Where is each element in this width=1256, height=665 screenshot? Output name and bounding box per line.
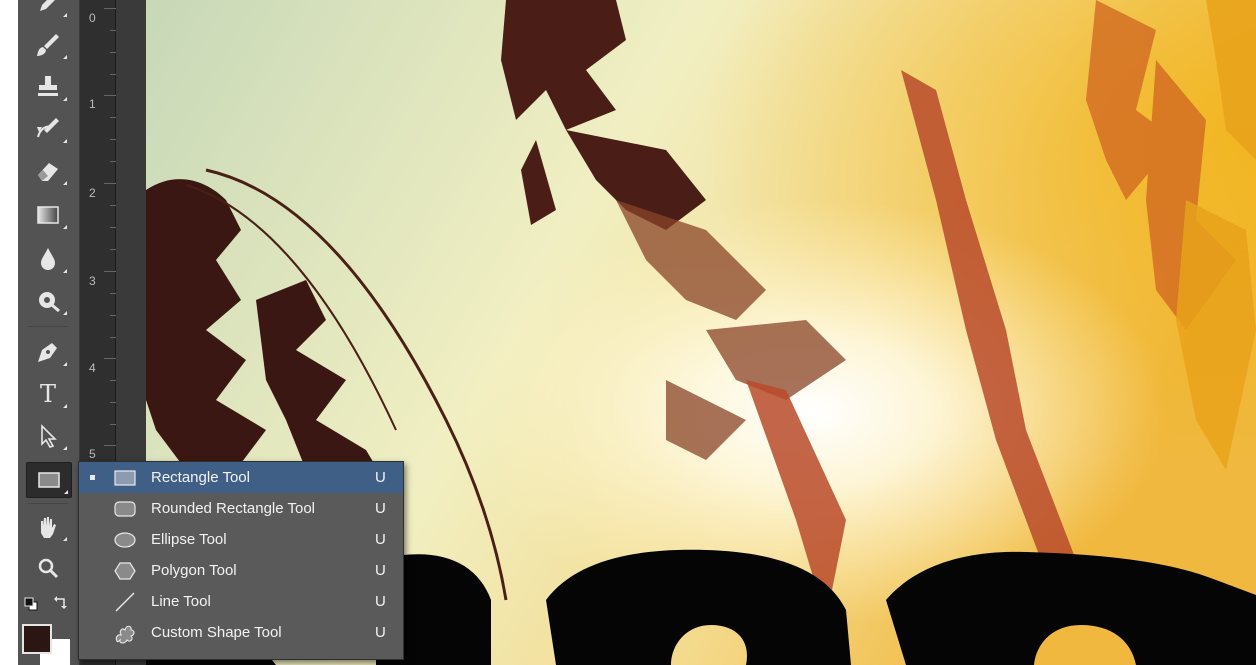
swap-colors-icon[interactable] [52, 595, 68, 611]
brush-icon [37, 34, 59, 56]
eraser-tool[interactable] [26, 154, 70, 188]
pen-tool[interactable] [26, 335, 70, 369]
ruler-label-1: 1 [89, 97, 96, 111]
pencil-icon [40, 0, 55, 11]
ellipse-icon [114, 532, 136, 548]
zoom-icon [38, 558, 59, 579]
flyout-item-label: Custom Shape Tool [151, 624, 282, 641]
flyout-item-shortcut: U [375, 500, 386, 517]
ruler-label-0: 0 [89, 11, 96, 25]
ruler-label-2: 2 [89, 186, 96, 200]
flyout-item-shortcut: U [375, 469, 386, 486]
dodge-tool[interactable] [26, 284, 70, 318]
flyout-item-shortcut: U [375, 562, 386, 579]
type-icon: T [39, 380, 56, 408]
flyout-item-rounded-rectangle-tool[interactable]: Rounded Rectangle Tool U [79, 493, 403, 524]
foreground-color-swatch[interactable] [22, 624, 52, 654]
hand-tool[interactable] [26, 510, 70, 544]
flyout-item-shortcut: U [375, 624, 386, 641]
clone-stamp-tool[interactable] [26, 70, 70, 104]
gradient-icon [37, 206, 59, 224]
gradient-tool[interactable] [26, 198, 70, 232]
path-selection-tool[interactable] [26, 419, 70, 453]
eraser-icon [38, 163, 58, 181]
flyout-item-shortcut: U [375, 531, 386, 548]
flyout-item-polygon-tool[interactable]: Polygon Tool U [79, 555, 403, 586]
flyout-item-label: Ellipse Tool [151, 531, 227, 548]
zoom-tool[interactable] [26, 552, 70, 586]
blur-drop-icon [41, 248, 55, 270]
flyout-item-ellipse-tool[interactable]: Ellipse Tool U [79, 524, 403, 555]
ruler-label-4: 4 [89, 361, 96, 375]
pencil-tool[interactable] [26, 0, 70, 20]
rounded-rectangle-icon [114, 501, 136, 517]
type-tool[interactable]: T [26, 377, 70, 411]
flyout-item-label: Line Tool [151, 593, 211, 610]
flyout-item-custom-shape-tool[interactable]: Custom Shape Tool U [79, 617, 403, 648]
hand-icon [41, 517, 56, 538]
path-selection-icon [41, 424, 57, 448]
flyout-item-line-tool[interactable]: Line Tool U [79, 586, 403, 617]
pen-icon [38, 343, 57, 362]
history-brush-tool[interactable] [26, 112, 70, 146]
dodge-icon [39, 292, 60, 313]
history-brush-icon [37, 118, 59, 138]
flyout-item-rectangle-tool[interactable]: Rectangle Tool U [79, 462, 403, 493]
brush-tool[interactable] [26, 28, 70, 62]
flyout-item-shortcut: U [375, 593, 386, 610]
polygon-icon [114, 562, 136, 580]
blur-tool[interactable] [26, 242, 70, 276]
ruler-label-5: 5 [89, 447, 96, 461]
clone-stamp-icon [38, 76, 58, 96]
shape-tool-flyout: Rectangle Tool U Rounded Rectangle Tool … [78, 461, 404, 660]
line-icon [115, 592, 135, 612]
flyout-item-label: Rounded Rectangle Tool [151, 500, 316, 517]
flyout-item-label: Rectangle Tool [151, 469, 250, 486]
default-colors-icon[interactable] [24, 597, 38, 611]
rectangle-shape-icon [38, 472, 60, 488]
flyout-item-label: Polygon Tool [151, 562, 237, 579]
tools-panel: T [18, 0, 80, 665]
rectangle-tool[interactable] [26, 462, 72, 498]
photoshop-window: 0 1 2 3 4 5 T Rectangle Tool U Rounded R… [0, 0, 1256, 665]
ruler-label-3: 3 [89, 274, 96, 288]
custom-shape-icon [115, 625, 135, 644]
rectangle-icon [114, 470, 136, 486]
current-tool-indicator [90, 475, 95, 480]
